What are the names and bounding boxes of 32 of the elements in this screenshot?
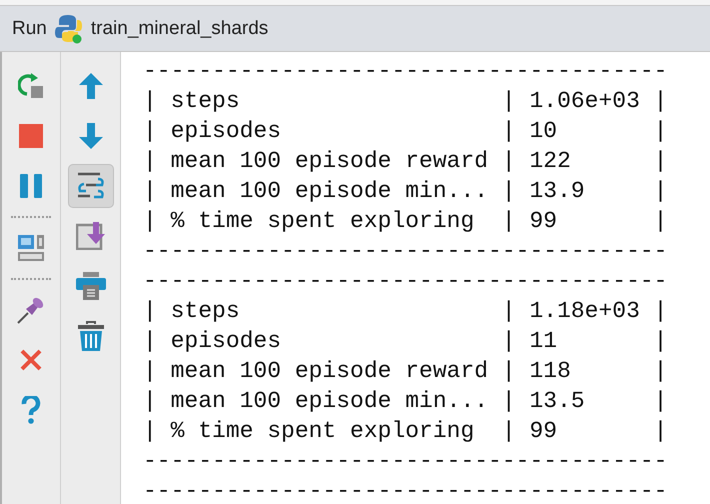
console-line: | steps | 1.06e+03 | (143, 87, 668, 116)
console-line: | % time spent exploring | 99 | (143, 417, 668, 446)
console-line: | % time spent exploring | 99 | (143, 207, 668, 236)
pushpin-icon (16, 295, 46, 325)
layout-icon (17, 234, 45, 262)
printer-icon (76, 272, 106, 300)
console-line: -------------------------------------- (143, 477, 668, 504)
console-line: | episodes | 10 | (143, 117, 668, 146)
stop-icon (19, 124, 43, 148)
arrow-down-icon (78, 123, 102, 149)
run-label: Run (12, 18, 47, 40)
console-line: -------------------------------------- (143, 57, 668, 86)
trash-icon (76, 321, 104, 351)
pause-icon (20, 174, 42, 198)
rerun-icon (18, 73, 44, 99)
console-line: -------------------------------------- (143, 237, 668, 266)
arrow-up-icon (78, 73, 102, 99)
console-line: -------------------------------------- (143, 267, 668, 296)
run-configuration-name: train_mineral_shards (90, 18, 268, 40)
scroll-to-end-icon (76, 222, 106, 250)
console-line: -------------------------------------- (143, 447, 668, 476)
console-line: | episodes | 11 | (143, 327, 668, 356)
console-line: | mean 100 episode reward | 118 | (143, 357, 668, 386)
help-icon (21, 396, 41, 424)
console-line: | mean 100 episode min... | 13.9 | (143, 177, 668, 206)
close-icon (19, 348, 43, 372)
soft-wrap-button[interactable] (68, 164, 114, 208)
console-line: | mean 100 episode min... | 13.5 | (143, 387, 668, 416)
console-line: | mean 100 episode reward | 122 | (143, 147, 668, 176)
soft-wrap-icon (76, 171, 106, 201)
python-icon (54, 14, 83, 44)
console-line: | steps | 1.18e+03 | (143, 297, 668, 326)
